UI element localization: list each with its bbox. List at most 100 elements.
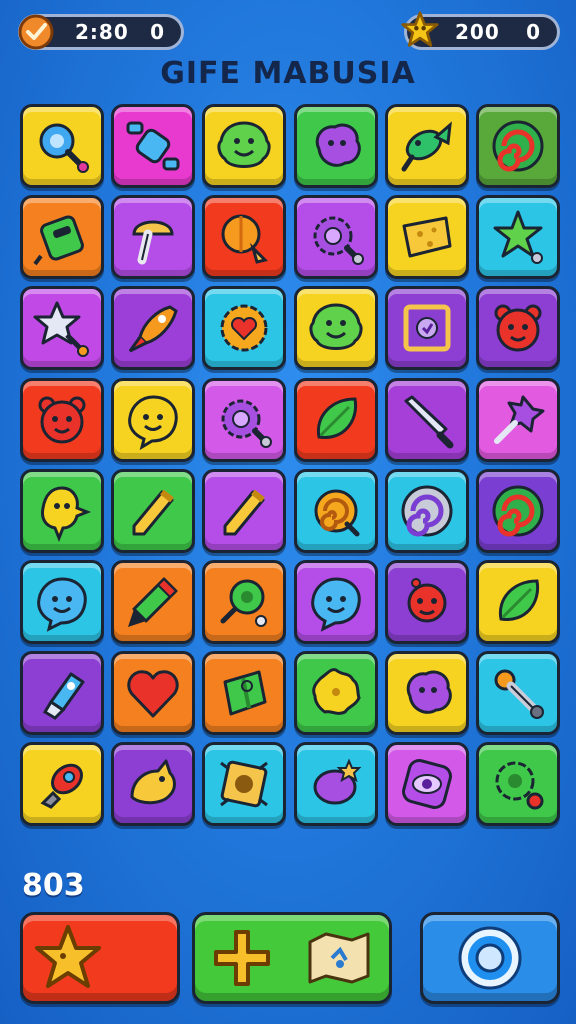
orange-rocket-icon (128, 305, 178, 353)
board-tile[interactable] (202, 742, 287, 827)
board-tile[interactable] (20, 742, 104, 827)
board-tile[interactable] (202, 651, 287, 736)
board-tile[interactable] (111, 742, 196, 827)
purple-gear-icon (221, 399, 273, 448)
red-heart-icon (127, 670, 179, 718)
hud-right-value: 200 (455, 20, 500, 44)
board-tile[interactable] (476, 468, 560, 553)
wrench-icon (494, 669, 544, 720)
heart-gear-icon (220, 304, 268, 352)
board-tile[interactable] (384, 651, 469, 736)
blue-smiley-icon (37, 577, 87, 632)
blue-lollipop-icon (39, 123, 89, 173)
board-tile[interactable] (476, 377, 560, 462)
board-tile[interactable] (384, 742, 469, 827)
board-tile[interactable] (20, 286, 104, 371)
board-tile[interactable] (111, 286, 196, 371)
purple-gear-icon (313, 216, 364, 266)
board-tile[interactable] (293, 651, 378, 736)
red-bear-icon (38, 396, 86, 444)
booster-star-button[interactable] (20, 912, 180, 1004)
star-icon[interactable] (401, 11, 439, 49)
board-tile[interactable] (476, 195, 560, 280)
board-tile[interactable] (384, 377, 469, 462)
board-tile[interactable] (293, 195, 378, 280)
board-tile[interactable] (111, 104, 196, 188)
board-tile[interactable] (20, 651, 104, 736)
cheese-icon (402, 216, 452, 258)
board-tile[interactable] (202, 560, 287, 644)
game-title: GIFE MABUSIA (160, 56, 416, 91)
yellow-crayon-icon (223, 489, 266, 536)
mushroom-icon (132, 220, 174, 265)
board-tile[interactable] (293, 742, 378, 827)
board-tile[interactable] (202, 286, 287, 371)
board-tile[interactable] (111, 651, 196, 736)
board-tile[interactable] (476, 742, 560, 827)
hud-stars-pill: 200 0 (401, 11, 560, 50)
board-tile[interactable] (111, 468, 196, 553)
board-tile[interactable] (293, 286, 378, 371)
yellow-crayon-icon (132, 489, 175, 536)
board-tile[interactable] (476, 560, 560, 644)
purple-plum-icon (313, 758, 362, 805)
hud-right-count: 0 (526, 20, 541, 44)
gold-star-icon (35, 925, 101, 988)
board-tile[interactable] (202, 104, 287, 188)
board-tile[interactable] (384, 560, 469, 644)
swirl-candy-icon (492, 485, 544, 537)
map-scroll-icon (308, 932, 370, 984)
board-tile[interactable] (20, 104, 104, 188)
game-board (20, 104, 560, 834)
board-tile[interactable] (20, 468, 104, 553)
purple-blob-icon (315, 123, 361, 167)
booster-ring-button[interactable] (420, 912, 560, 1004)
green-monster-icon (217, 121, 271, 168)
orange-lollipop-icon (221, 214, 269, 264)
green-robot-icon (33, 215, 84, 266)
board-tile[interactable] (202, 377, 287, 462)
green-fish-icon (401, 121, 452, 172)
orange-swirl-icon (314, 489, 360, 537)
board-tile[interactable] (384, 286, 469, 371)
gold-plus-icon (214, 930, 270, 986)
score-value: 803 (22, 868, 85, 903)
board-tile[interactable] (20, 560, 104, 644)
yellow-chick-icon (41, 486, 92, 542)
board-tile[interactable] (111, 377, 196, 462)
blue-bottle-icon (42, 672, 85, 721)
purple-blob-icon (406, 670, 452, 714)
green-leaf-icon (498, 579, 540, 621)
gold-frame-icon (220, 761, 269, 808)
board-tile[interactable] (111, 560, 196, 644)
board-tile[interactable] (384, 195, 469, 280)
green-leaf-icon (316, 397, 357, 439)
board-tile[interactable] (476, 104, 560, 188)
board-tile[interactable] (20, 377, 104, 462)
board-tile[interactable] (293, 377, 378, 462)
yellow-bird-icon (130, 759, 177, 805)
silver-swirl-icon (401, 485, 453, 537)
blue-smiley-icon (310, 577, 361, 632)
board-tile[interactable] (384, 468, 469, 553)
coin-check-icon[interactable] (17, 13, 55, 51)
board-tile[interactable] (476, 286, 560, 371)
hud-left-count: 0 (150, 20, 165, 44)
board-tile[interactable] (293, 468, 378, 553)
board-tile[interactable] (293, 560, 378, 644)
board-tile[interactable] (111, 195, 196, 280)
board-tile[interactable] (476, 651, 560, 736)
board-tile[interactable] (202, 195, 287, 280)
yellow-splat-icon (311, 668, 361, 716)
purple-eye-icon (401, 759, 452, 810)
red-bear-icon (494, 304, 542, 352)
knife-icon (404, 395, 454, 449)
booster-combo-button[interactable] (192, 912, 392, 1004)
blue-ring-icon (458, 926, 522, 990)
board-tile[interactable] (20, 195, 104, 280)
board-tile[interactable] (384, 104, 469, 188)
board-tile[interactable] (202, 468, 287, 553)
board-tile[interactable] (293, 104, 378, 188)
blue-candy-icon (126, 121, 180, 171)
hud-timer-pill: 2:80 0 (18, 14, 184, 50)
